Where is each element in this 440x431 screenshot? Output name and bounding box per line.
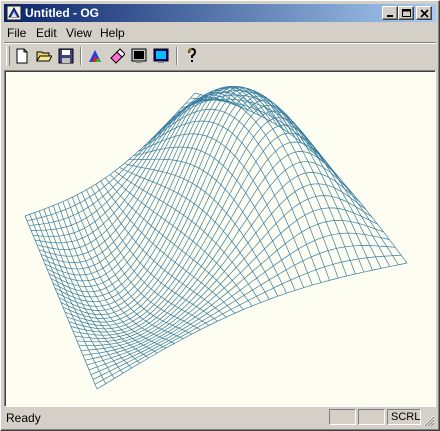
mesh-line	[52, 86, 278, 298]
mesh-line	[32, 99, 219, 237]
toolbar	[4, 44, 436, 68]
title-bar[interactable]: Untitled - OG	[4, 4, 436, 22]
menu-file[interactable]: File	[7, 26, 26, 40]
toolbar-grip[interactable]	[6, 46, 10, 66]
toolbar-separator	[176, 47, 178, 65]
mesh-line	[90, 232, 390, 375]
close-button[interactable]	[416, 6, 432, 20]
monitor-black-icon	[131, 48, 147, 63]
mesh-line	[166, 85, 356, 275]
monitor-cyan-icon	[153, 48, 169, 63]
mesh-line	[142, 120, 313, 286]
eraser-icon	[110, 48, 125, 64]
mesh-line	[60, 95, 302, 315]
new-document-icon	[16, 48, 28, 64]
status-pane	[329, 409, 356, 425]
help-button[interactable]	[181, 46, 203, 67]
open-folder-icon	[36, 51, 52, 62]
status-pane	[358, 409, 385, 425]
save-button[interactable]	[55, 46, 77, 67]
status-text: Ready	[6, 411, 41, 425]
mesh-line	[82, 183, 367, 356]
mesh-line	[94, 254, 402, 385]
maximize-icon	[402, 9, 411, 17]
main-window: Untitled - OG File Edit View Help Ready …	[0, 0, 440, 431]
mesh-line	[180, 94, 382, 269]
status-pane-scroll: SCRL	[387, 409, 421, 425]
wireframe-surface	[24, 85, 408, 390]
mesh-line	[26, 94, 202, 222]
eraser-button[interactable]	[106, 46, 128, 67]
toolbar-separator	[80, 47, 82, 65]
drawing-area[interactable]	[4, 70, 436, 407]
color-button[interactable]	[84, 46, 106, 67]
window-title: Untitled - OG	[25, 6, 99, 20]
close-icon	[420, 9, 429, 18]
menu-view[interactable]: View	[66, 26, 92, 40]
maximize-button[interactable]	[398, 6, 414, 20]
help-question-icon	[188, 48, 197, 62]
mesh-line	[48, 86, 266, 287]
app-icon[interactable]	[6, 5, 22, 21]
status-bar: Ready SCRL	[4, 408, 436, 428]
mesh-line	[133, 146, 296, 291]
black-view-button[interactable]	[128, 46, 150, 67]
minimize-icon	[387, 15, 393, 17]
mesh-line	[86, 207, 378, 366]
open-button[interactable]	[33, 46, 55, 67]
color-palette-icon	[89, 50, 101, 62]
size-grip-icon[interactable]	[423, 415, 435, 427]
mesh-line	[54, 87, 284, 303]
minimize-button[interactable]	[382, 6, 398, 20]
save-disk-icon	[58, 48, 74, 64]
new-button[interactable]	[11, 46, 33, 67]
cyan-view-button[interactable]	[150, 46, 172, 67]
menu-bar: File Edit View Help	[4, 23, 436, 42]
menu-help[interactable]: Help	[100, 26, 125, 40]
menu-edit[interactable]: Edit	[36, 26, 57, 40]
mesh-line	[24, 92, 196, 217]
mesh-line	[128, 158, 287, 294]
